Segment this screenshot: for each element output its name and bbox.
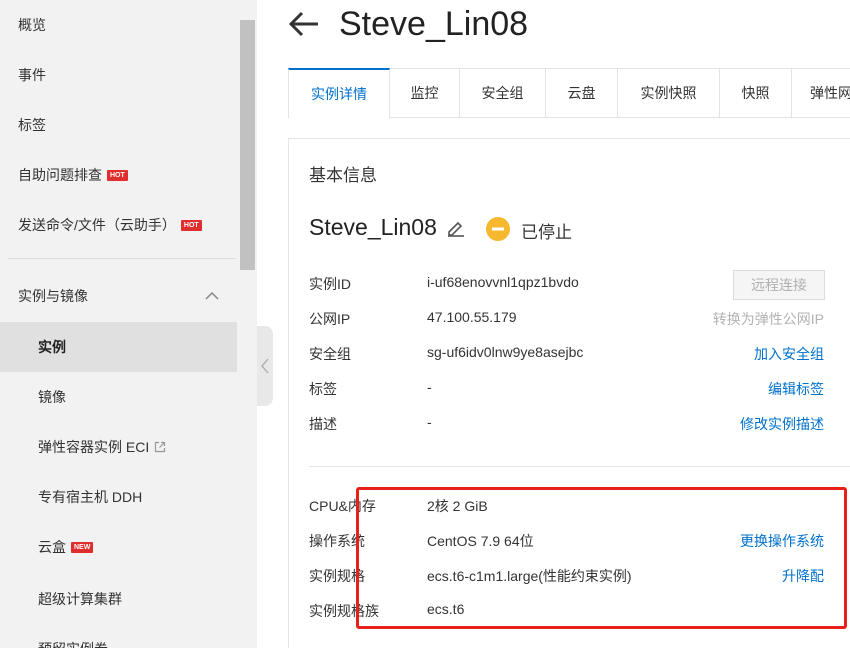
sidebar-item-label: 自助问题排查 bbox=[18, 167, 102, 183]
section-title: 基本信息 bbox=[309, 166, 377, 185]
sidebar-item-reserved-instances[interactable]: 预留实例券 bbox=[0, 624, 237, 648]
row-value-instance-family: ecs.t6 bbox=[427, 601, 465, 617]
tab-security-groups[interactable]: 安全组 bbox=[460, 68, 546, 118]
row-value-cpu-memory: 2核 2 GiB bbox=[427, 498, 488, 514]
sidebar-group-instances-images[interactable]: 实例与镜像 bbox=[0, 271, 237, 321]
sidebar-item-self-troubleshoot[interactable]: 自助问题排查 HOT bbox=[0, 150, 237, 200]
chevron-left-icon bbox=[261, 358, 269, 374]
sidebar-item-label: 发送命令/文件（云助手） bbox=[18, 217, 176, 233]
sidebar-item-label: 镜像 bbox=[38, 389, 66, 405]
sidebar-scrollbar-thumb[interactable] bbox=[240, 20, 255, 270]
row-label-instance-type: 实例规格 bbox=[309, 568, 365, 584]
arrow-left-icon[interactable] bbox=[288, 10, 320, 38]
row-label-instance-family: 实例规格族 bbox=[309, 603, 379, 619]
sidebar-item-events[interactable]: 事件 bbox=[0, 50, 237, 100]
pencil-icon[interactable] bbox=[446, 219, 466, 237]
tab-snapshots[interactable]: 快照 bbox=[720, 68, 792, 118]
tab-disks[interactable]: 云盘 bbox=[546, 68, 618, 118]
row-label-os: 操作系统 bbox=[309, 533, 365, 549]
sidebar-item-super-computing-cluster[interactable]: 超级计算集群 bbox=[0, 574, 237, 624]
row-label-security-group: 安全组 bbox=[309, 346, 351, 362]
row-value-security-group: sg-uf6idv0lnw9ye8asejbc bbox=[427, 344, 584, 360]
row-value-public-ip: 47.100.55.179 bbox=[427, 309, 517, 325]
row-value-description: - bbox=[427, 414, 432, 430]
sidebar: 概览 事件 标签 自助问题排查 HOT 发送命令/文件（云助手） HOT 实例与… bbox=[0, 0, 257, 648]
convert-eip-link[interactable]: 转换为弹性公网IP bbox=[713, 309, 824, 329]
sidebar-divider bbox=[8, 258, 236, 259]
sidebar-item-label: 实例 bbox=[38, 339, 66, 355]
sidebar-collapse-handle[interactable] bbox=[257, 326, 273, 406]
sidebar-group-label: 实例与镜像 bbox=[18, 288, 88, 304]
sidebar-item-instances[interactable]: 实例 bbox=[0, 322, 237, 372]
status-text: 已停止 bbox=[521, 223, 572, 242]
row-label-description: 描述 bbox=[309, 416, 337, 432]
hot-badge: HOT bbox=[107, 169, 128, 181]
sidebar-item-cloud-box[interactable]: 云盒 NEW bbox=[0, 522, 237, 572]
row-value-instance-id: i-uf68enovvnl1qpz1bvdo bbox=[427, 274, 579, 290]
sidebar-item-label: 预留实例券 bbox=[38, 639, 108, 648]
instance-name: Steve_Lin08 bbox=[309, 214, 437, 240]
external-link-icon bbox=[155, 441, 166, 453]
change-os-link[interactable]: 更换操作系统 bbox=[740, 531, 824, 551]
sidebar-item-label: 云盒 bbox=[38, 539, 66, 555]
sidebar-item-cloud-assistant[interactable]: 发送命令/文件（云助手） HOT bbox=[0, 200, 237, 250]
sidebar-item-ddh[interactable]: 专有宿主机 DDH bbox=[0, 472, 237, 522]
edit-description-link[interactable]: 修改实例描述 bbox=[740, 414, 824, 434]
sidebar-item-label: 概览 bbox=[18, 17, 46, 33]
sidebar-item-label: 事件 bbox=[18, 67, 46, 83]
resize-instance-link[interactable]: 升降配 bbox=[782, 566, 824, 586]
stopped-icon bbox=[486, 217, 510, 241]
sidebar-item-eci[interactable]: 弹性容器实例 ECI bbox=[0, 422, 237, 472]
row-value-tags: - bbox=[427, 379, 432, 395]
row-label-instance-id: 实例ID bbox=[309, 276, 351, 292]
sidebar-item-label: 超级计算集群 bbox=[38, 591, 122, 607]
sidebar-item-label: 专有宿主机 DDH bbox=[38, 489, 143, 505]
tab-instance-snapshots[interactable]: 实例快照 bbox=[618, 68, 720, 118]
row-value-os: CentOS 7.9 64位 bbox=[427, 533, 534, 549]
page-title: Steve_Lin08 bbox=[339, 5, 529, 43]
row-label-tags: 标签 bbox=[309, 381, 337, 397]
sidebar-item-images[interactable]: 镜像 bbox=[0, 372, 237, 422]
row-label-cpu-memory: CPU&内存 bbox=[309, 498, 376, 514]
sidebar-item-label: 弹性容器实例 ECI bbox=[38, 439, 150, 455]
row-label-public-ip: 公网IP bbox=[309, 311, 351, 327]
tab-elastic-network[interactable]: 弹性网 bbox=[792, 68, 850, 118]
chevron-up-icon bbox=[205, 292, 219, 300]
sidebar-item-label: 标签 bbox=[18, 117, 46, 133]
row-value-instance-type: ecs.t6-c1m1.large(性能约束实例) bbox=[427, 568, 632, 584]
sidebar-item-overview[interactable]: 概览 bbox=[0, 0, 237, 50]
tab-bar: 实例详情 监控 安全组 云盘 实例快照 快照 弹性网 bbox=[288, 68, 850, 119]
sidebar-item-tags[interactable]: 标签 bbox=[0, 100, 237, 150]
section-divider bbox=[309, 466, 850, 467]
remote-connect-button[interactable]: 远程连接 bbox=[733, 270, 825, 300]
hot-badge: HOT bbox=[180, 219, 202, 231]
tab-instance-details[interactable]: 实例详情 bbox=[288, 68, 390, 119]
edit-tags-link[interactable]: 编辑标签 bbox=[768, 379, 824, 399]
join-security-group-link[interactable]: 加入安全组 bbox=[754, 344, 824, 364]
tab-monitoring[interactable]: 监控 bbox=[390, 68, 460, 118]
new-badge: NEW bbox=[71, 541, 94, 553]
ecs-console: 概览 事件 标签 自助问题排查 HOT 发送命令/文件（云助手） HOT 实例与… bbox=[0, 0, 850, 648]
